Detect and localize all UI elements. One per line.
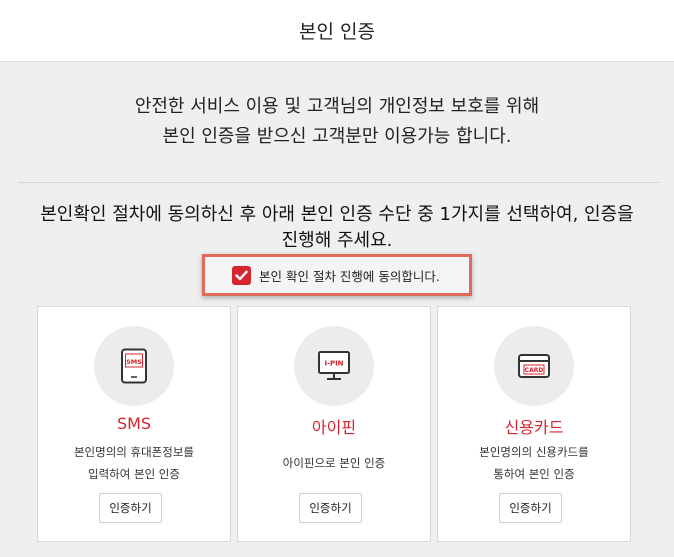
notice-line-1: 안전한 서비스 이용 및 고객님의 개인정보 보호를 위해 (134, 96, 540, 117)
verify-credit-card-button[interactable]: 인증하기 (499, 493, 562, 523)
header-bar: 본인 인증 (0, 0, 674, 62)
auth-method-card-ipin[interactable]: I-PIN 아이핀 아이핀으로 본인 인증 인증하기 (237, 306, 431, 542)
consent-checkbox[interactable] (232, 265, 251, 285)
verify-sms-button[interactable]: 인증하기 (99, 493, 162, 523)
auth-method-card-credit-card[interactable]: CARD 신용카드 본인명의의 신용카드를 통하여 본인 인증 인증하기 (437, 306, 631, 542)
page-title: 본인 인증 (299, 21, 375, 43)
consent-label[interactable]: 본인 확인 절차 진행에 동의합니다. (259, 266, 440, 285)
credit-card-icon: CARD (518, 354, 550, 378)
icon-circle: I-PIN (294, 326, 374, 406)
method-description: 아이핀으로 본인 인증 (282, 456, 386, 470)
method-title: 아이핀 (311, 418, 357, 437)
consent-checkbox-row[interactable]: 본인 확인 절차 진행에 동의합니다. (202, 254, 472, 296)
icon-circle: SMS (94, 326, 174, 406)
method-title: SMS (116, 414, 152, 433)
svg-text:CARD: CARD (525, 367, 544, 374)
instruction-text: 본인확인 절차에 동의하신 후 아래 본인 인증 수단 중 1가지를 선택하여,… (20, 202, 654, 254)
instruction-line-1: 본인확인 절차에 동의하신 후 아래 본인 인증 수단 중 1가지를 선택하여,… (40, 204, 634, 225)
auth-method-card-sms[interactable]: SMS SMS 본인명의의 휴대폰정보를 입력하여 본인 인증 인증하기 (37, 306, 231, 542)
section-divider (18, 182, 660, 183)
svg-text:I-PIN: I-PIN (324, 360, 343, 368)
method-description: 본인명의의 신용카드를 통하여 본인 인증 (479, 445, 589, 481)
svg-text:SMS: SMS (126, 358, 142, 366)
sms-phone-icon: SMS (121, 348, 147, 384)
method-title: 신용카드 (504, 418, 564, 437)
verify-ipin-button[interactable]: 인증하기 (299, 493, 362, 523)
security-notice: 안전한 서비스 이용 및 고객님의 개인정보 보호를 위해 본인 인증을 받으신… (0, 92, 674, 152)
notice-line-2: 본인 인증을 받으신 고객분만 이용가능 합니다. (162, 126, 512, 147)
method-description: 본인명의의 휴대폰정보를 입력하여 본인 인증 (73, 445, 195, 481)
checkmark-icon (235, 270, 248, 280)
instruction-line-2: 진행해 주세요. (281, 230, 393, 251)
ipin-monitor-icon: I-PIN (318, 351, 350, 380)
icon-circle: CARD (494, 326, 574, 406)
